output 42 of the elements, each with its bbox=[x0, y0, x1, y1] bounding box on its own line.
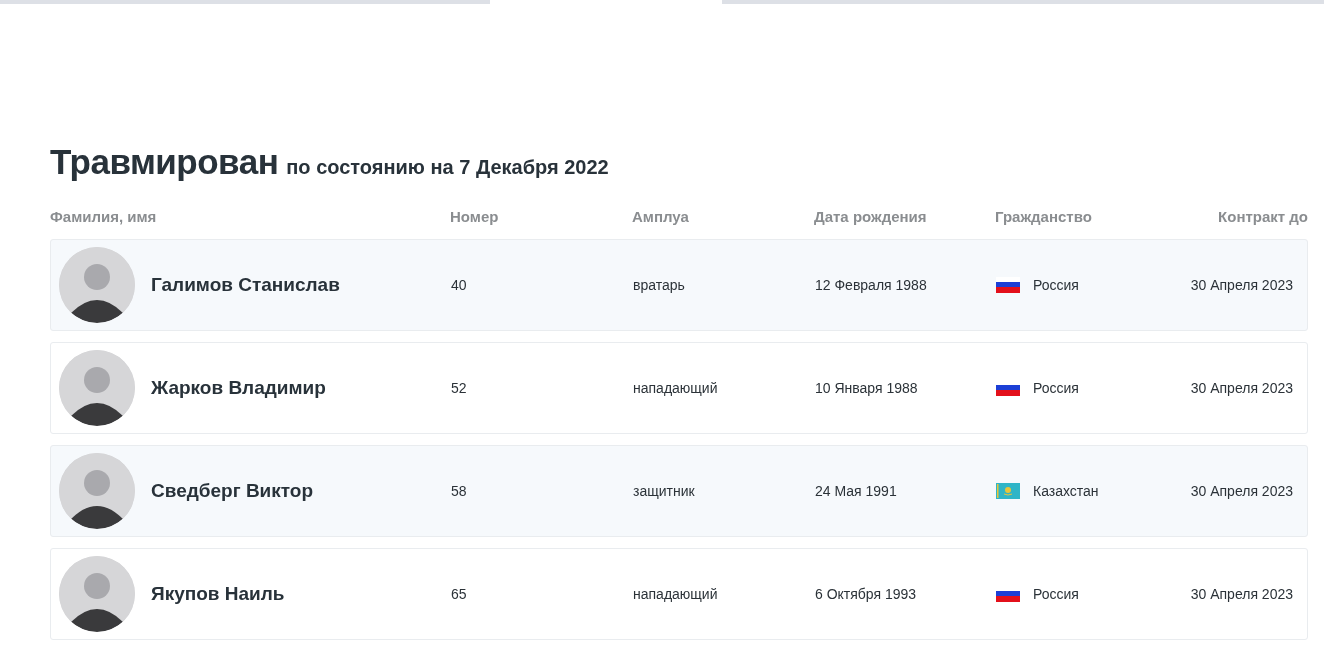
contract-date: 30 Апреля 2023 bbox=[1190, 586, 1293, 602]
contract-date: 30 Апреля 2023 bbox=[1190, 483, 1293, 499]
avatar-silhouette-icon bbox=[59, 247, 135, 323]
column-header: Дата рождения bbox=[814, 208, 928, 225]
player-number: 40 bbox=[451, 277, 468, 293]
column-header: Фамилия, имя bbox=[50, 208, 158, 225]
avatar-silhouette-icon bbox=[59, 556, 135, 632]
citizenship: Россия bbox=[1033, 277, 1079, 293]
player-position: защитник bbox=[633, 483, 696, 499]
column-header: Номер bbox=[450, 208, 500, 225]
column-header: Гражданство bbox=[995, 208, 1093, 225]
player-row[interactable]: Галимов Станислав 40 вратарь 12 Февраля 1988 Россия 30 Апреля 2023 bbox=[50, 239, 1308, 331]
player-position: нападающий bbox=[633, 586, 719, 602]
player-name[interactable]: Якупов Наиль bbox=[151, 583, 285, 605]
birth-date: 24 Мая 1991 bbox=[815, 483, 898, 499]
player-name[interactable]: Жарков Владимир bbox=[151, 377, 326, 399]
column-header: Амплуа bbox=[632, 208, 690, 225]
player-position: вратарь bbox=[633, 277, 686, 293]
player-row[interactable]: Якупов Наиль 65 нападающий 6 Октября 1993 Россия 30 Апреля 2023 bbox=[50, 548, 1308, 640]
citizenship: Казахстан bbox=[1033, 483, 1099, 499]
contract-date: 30 Апреля 2023 bbox=[1190, 380, 1293, 396]
birth-date: 10 Января 1988 bbox=[815, 380, 919, 396]
birth-date: 6 Октября 1993 bbox=[815, 586, 918, 602]
player-row[interactable]: Сведберг Виктор 58 защитник 24 Мая 1991 Казахстан 30 Апреля 2023 bbox=[50, 445, 1308, 537]
player-row[interactable]: Жарков Владимир 52 нападающий 10 Января 1988 Россия 30 Апреля 2023 bbox=[50, 342, 1308, 434]
player-position: нападающий bbox=[633, 380, 719, 396]
player-name[interactable]: Сведберг Виктор bbox=[151, 480, 314, 502]
citizenship: Россия bbox=[1033, 586, 1079, 602]
column-header: Контракт до bbox=[1218, 208, 1308, 225]
birth-date: 12 Февраля 1988 bbox=[815, 277, 928, 293]
page-title: Травмирован bbox=[50, 142, 279, 182]
player-number: 52 bbox=[451, 380, 468, 396]
citizenship: Россия bbox=[1033, 380, 1079, 396]
avatar-silhouette-icon bbox=[59, 350, 135, 426]
player-number: 58 bbox=[451, 483, 468, 499]
flag-icon bbox=[996, 483, 1020, 499]
flag-icon bbox=[996, 277, 1020, 293]
avatar-silhouette-icon bbox=[59, 453, 135, 529]
player-name[interactable]: Галимов Станислав bbox=[151, 274, 340, 296]
player-number: 65 bbox=[451, 586, 468, 602]
page-subtitle: по состоянию на 7 Декабря 2022 bbox=[286, 156, 609, 179]
contract-date: 30 Апреля 2023 bbox=[1190, 277, 1293, 293]
